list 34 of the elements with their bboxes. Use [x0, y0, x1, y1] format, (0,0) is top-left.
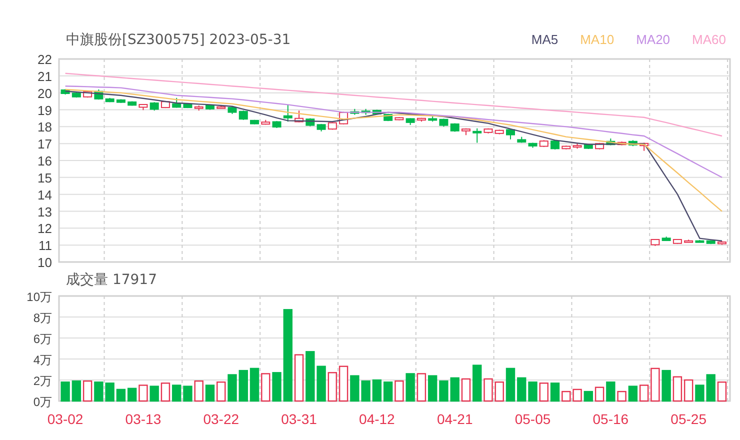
legend-label: MA60: [692, 31, 726, 50]
axis-label: 2万: [33, 374, 52, 388]
axis-label: 10万: [26, 290, 52, 304]
axis-label: 14: [38, 187, 52, 202]
axis-label: 17: [38, 136, 52, 152]
axis-label: 11: [38, 238, 52, 254]
axis-label: 10: [38, 255, 52, 270]
axis-label: 19: [38, 102, 52, 118]
date-label: 04-21: [436, 411, 473, 427]
legend-label: MA5: [531, 31, 558, 50]
date-label: 05-16: [592, 411, 629, 427]
legend-label: MA20: [636, 31, 670, 50]
axis-label: 20: [38, 86, 52, 101]
axis-label: 21: [38, 68, 52, 84]
date-label: 03-31: [281, 411, 317, 427]
axis-label: 15: [38, 170, 52, 186]
date-label: 03-13: [125, 411, 162, 427]
date-label: 03-22: [203, 411, 240, 427]
date-label: 05-25: [670, 411, 706, 427]
axis-label: 0万: [33, 395, 52, 409]
date-label: 05-05: [514, 411, 551, 427]
date-label: 03-02: [47, 411, 84, 427]
axis-label: 18: [38, 120, 52, 135]
volume-title: 成交量 17917: [66, 270, 157, 290]
axis-label: 16: [38, 154, 52, 168]
axis-label: 13: [38, 204, 52, 220]
chart-title: 中旗股份[SZ300575] 2023-05-31: [66, 30, 291, 50]
date-label: 04-12: [359, 411, 395, 427]
axis-label: 22: [38, 52, 52, 67]
axis-label: 4万: [33, 353, 52, 367]
legend-label: MA10: [580, 31, 614, 50]
axis-label: 6万: [33, 332, 52, 346]
axis-label: 12: [38, 221, 52, 236]
axis-label: 8万: [33, 311, 52, 325]
